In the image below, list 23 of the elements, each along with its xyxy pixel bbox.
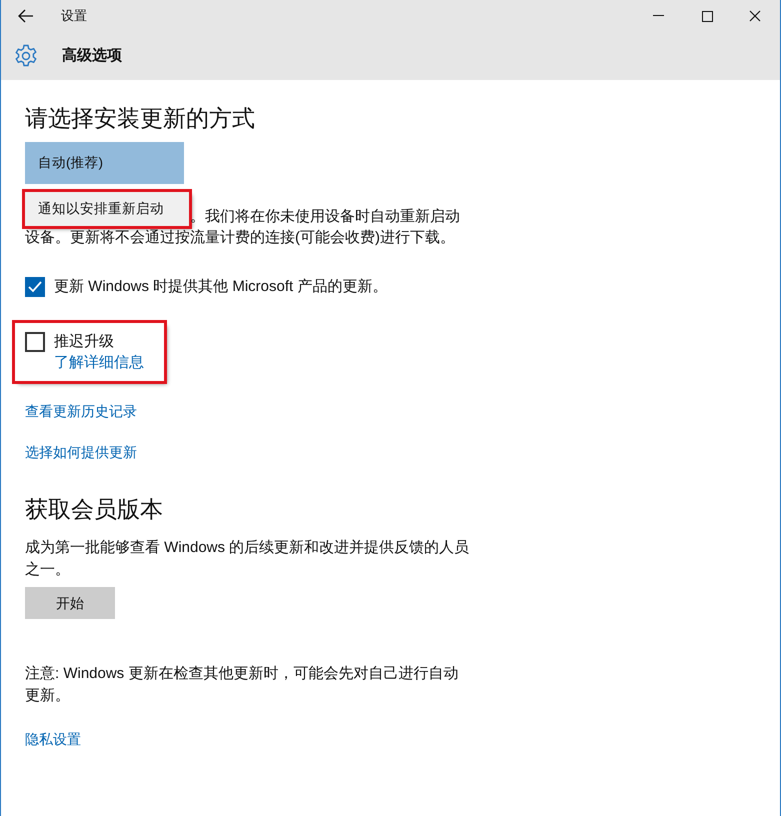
update-history-link[interactable]: 查看更新历史记录 bbox=[25, 401, 137, 422]
start-button[interactable]: 开始 bbox=[25, 587, 115, 619]
dropdown-option[interactable]: 通知以安排重新启动 bbox=[25, 192, 189, 226]
privacy-settings-link[interactable]: 隐私设置 bbox=[25, 729, 81, 750]
page-title: 高级选项 bbox=[62, 46, 122, 66]
checkbox-label: 更新 Windows 时提供其他 Microsoft 产品的更新。 bbox=[54, 277, 388, 297]
checkbox-label: 推迟升级 bbox=[54, 332, 114, 352]
checkbox[interactable] bbox=[25, 277, 45, 298]
insider-text: 成为第一批能够查看 Windows 的后续更新和改进并提供反馈的人员之一。 bbox=[25, 538, 470, 580]
learn-more-link[interactable]: 了解详细信息 bbox=[54, 353, 144, 373]
section-heading: 请选择安装更新的方式 bbox=[25, 104, 256, 132]
delivery-options-link[interactable]: 选择如何提供更新 bbox=[25, 442, 137, 463]
close-icon[interactable] bbox=[749, 10, 761, 22]
dropdown-option[interactable]: 自动(推荐) bbox=[25, 142, 184, 184]
checkbox[interactable] bbox=[25, 332, 45, 352]
gear-icon bbox=[14, 44, 38, 68]
note-text: 注意: Windows 更新在检查其他更新时，可能会先对自己进行自动更新。 bbox=[25, 664, 460, 706]
section-heading: 获取会员版本 bbox=[25, 495, 164, 523]
window-title: 设置 bbox=[61, 7, 87, 26]
minimize-icon[interactable] bbox=[653, 15, 664, 17]
description-text: 设备。更新将不会通过按流量计费的连接(可能会收费)进行下载。 bbox=[25, 228, 455, 248]
back-icon[interactable] bbox=[18, 9, 34, 23]
maximize-icon[interactable] bbox=[702, 10, 713, 22]
